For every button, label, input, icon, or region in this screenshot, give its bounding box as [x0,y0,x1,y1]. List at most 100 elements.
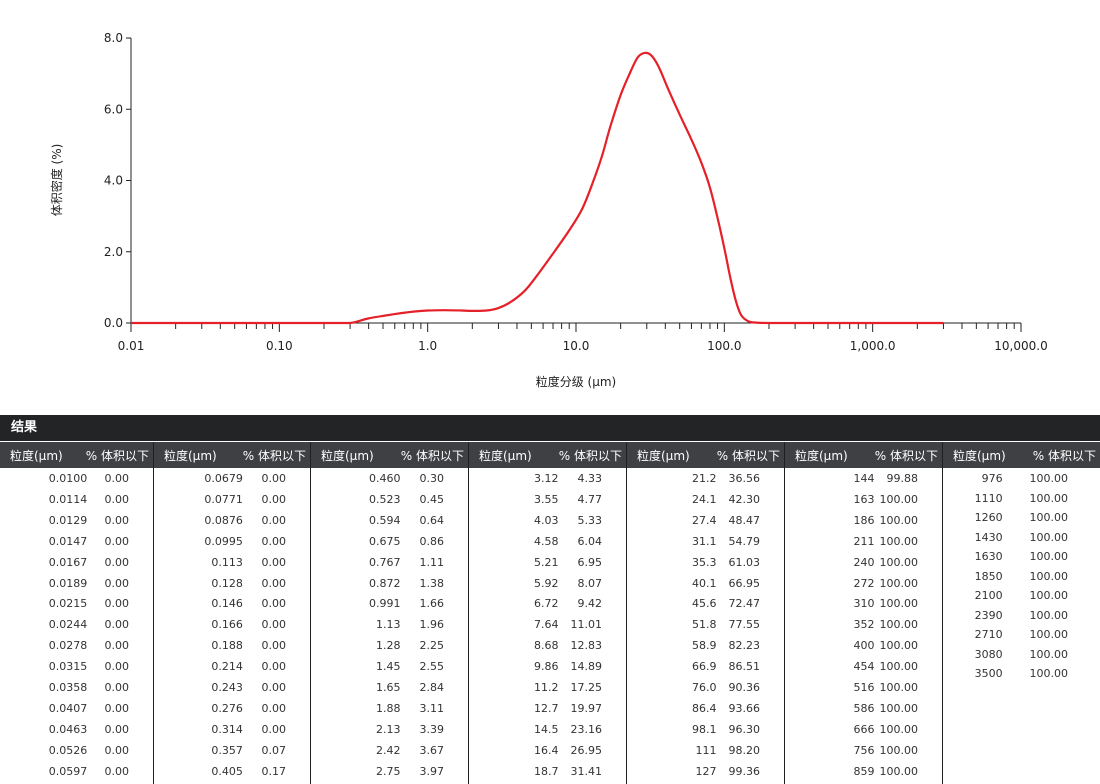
volume-cell: 42.30 [728,492,760,506]
size-cell: 0.276 [211,701,243,715]
volume-cell: 23.16 [570,722,602,736]
table-row: 1430 100.00 [943,528,1100,548]
size-cell: 1430 [974,530,1003,544]
size-cell: 756 [853,743,875,757]
size-header: 粒度(μm) [321,448,374,463]
volume-cell: 6.04 [577,534,602,548]
volume-cell: 100.00 [879,534,918,548]
volume-cell: 4.77 [577,492,602,506]
table-row: 0.243 0.00 [154,678,310,698]
results-column-body: 0.0679 0.00 0.0771 0.00 0.0876 0.00 0.0995 0.00… [154,468,310,784]
size-cell: 1.88 [375,701,401,715]
table-row: 14.5 23.16 [469,720,626,740]
table-row: 0.0244 0.00 [0,615,153,635]
volume-cell: 0.00 [261,618,286,632]
table-row: 0.594 0.64 [311,511,468,531]
size-cell: 0.0358 [48,681,88,694]
table-row: 11.2 17.25 [469,678,626,698]
table-row: 7.64 11.01 [469,615,626,635]
size-cell: 24.1 [691,492,717,506]
volume-cell: 0.30 [419,472,444,485]
x-tick-label: 10.0 [563,339,590,353]
size-cell: 272 [853,576,875,590]
volume-cell: 99.36 [728,764,760,778]
volume-cell: 100.00 [879,722,918,736]
x-tick-label: 0.01 [118,339,145,353]
size-cell: 1110 [974,491,1003,505]
chart-axes: 0.0 2.0 4.0 6.0 8.0 0.01 0.10 1.0 10.0 100.0 1,000… [104,31,1048,353]
size-cell: 586 [853,701,875,715]
x-tick-label: 0.10 [266,339,293,353]
size-cell: 1.13 [375,618,401,632]
volume-cell: 100.00 [879,743,918,757]
x-axis-label: 粒度分级 (μm) [536,374,617,389]
volume-cell: 8.07 [577,576,602,590]
size-cell: 0.0100 [48,472,88,485]
volume-cell: 3.11 [419,701,444,715]
table-row: 12.7 19.97 [469,699,626,719]
size-cell: 0.991 [368,597,401,611]
volume-cell: 100.00 [879,681,918,694]
size-cell: 0.357 [211,743,243,757]
volume-cell: 0.00 [261,722,286,736]
results-column-header: 粒度(μm) % 体积以下 [785,442,942,468]
volume-density-curve [131,51,944,325]
table-row: 1260 100.00 [943,508,1100,528]
results-column-header: 粒度(μm) % 体积以下 [0,442,153,468]
size-cell: 1630 [974,550,1003,563]
table-row: 8.68 12.83 [469,636,626,656]
size-cell: 31.1 [691,534,717,548]
results-column: 粒度(μm)% 体积以下 0.460 0.30 0.523 0.45 0.594 0.64 0… [310,442,468,784]
table-row: 3.55 4.77 [469,490,626,510]
table-row: 27.4 48.47 [627,511,784,531]
size-cell: 4.58 [533,534,559,548]
table-row: 6.72 9.42 [469,594,626,614]
size-cell: 163 [853,492,875,506]
table-row: 163 100.00 [785,490,942,510]
table-row: 40.1 66.95 [627,574,784,594]
size-cell: 352 [853,618,875,632]
table-row: 1.88 3.11 [311,699,468,719]
table-row: 0.0315 0.00 [0,657,153,677]
volume-cell: 100.00 [879,492,918,506]
table-row: 0.0147 0.00 [0,532,153,552]
volume-header: % 体积以下 [558,448,622,463]
table-row: 0.0358 0.00 [0,678,153,698]
table-row: 21.2 36.56 [627,469,784,489]
volume-cell: 0.00 [261,597,286,611]
size-cell: 2100 [974,589,1003,602]
table-row: 51.8 77.55 [627,615,784,635]
results-column-header: 粒度(μm) % 体积以下 [469,442,626,468]
size-cell: 3080 [974,647,1003,661]
volume-cell: 99.88 [886,472,918,485]
size-cell: 0.0278 [48,639,88,653]
size-header: 粒度(μm) [164,448,217,463]
volume-cell: 0.00 [261,681,286,694]
table-row: 18.7 31.41 [469,762,626,782]
table-row: 0.0167 0.00 [0,553,153,573]
results-column-body: 0.0100 0.00 0.0114 0.00 0.0129 0.00 0.0147 0.00… [0,468,153,784]
table-row: 0.0771 0.00 [154,490,310,510]
volume-cell: 4.33 [577,472,602,485]
table-row: 0.0463 0.00 [0,720,153,740]
results-column-header: 粒度(μm) % 体积以下 [627,442,784,468]
volume-cell: 3.67 [419,743,444,757]
volume-header: % 体积以下 [874,448,938,463]
results-column: 粒度(μm) % 体积以下 21.2 36.56 24.1 42.30 27.4 48.47 3… [626,442,784,784]
size-cell: 211 [853,534,875,548]
table-row: 2100 100.00 [943,586,1100,606]
volume-cell: 54.79 [728,534,760,548]
volume-cell: 77.55 [728,618,760,632]
size-cell: 7.64 [533,618,559,632]
particle-size-chart: 0.0 2.0 4.0 6.0 8.0 0.01 0.10 1.0 10.0 100.0 1,000… [49,31,1048,389]
table-row: 976 100.00 [943,469,1100,489]
table-row: 45.6 72.47 [627,594,784,614]
size-cell: 144 [853,472,875,485]
volume-cell: 0.00 [261,492,286,506]
volume-cell: 0.00 [261,513,286,527]
y-tick-label: 4.0 [104,174,123,188]
volume-cell: 31.41 [570,764,602,778]
table-row: 144 99.88 [785,469,942,489]
table-row: 111 98.20 [627,741,784,761]
volume-header: % 体积以下 [242,448,306,463]
